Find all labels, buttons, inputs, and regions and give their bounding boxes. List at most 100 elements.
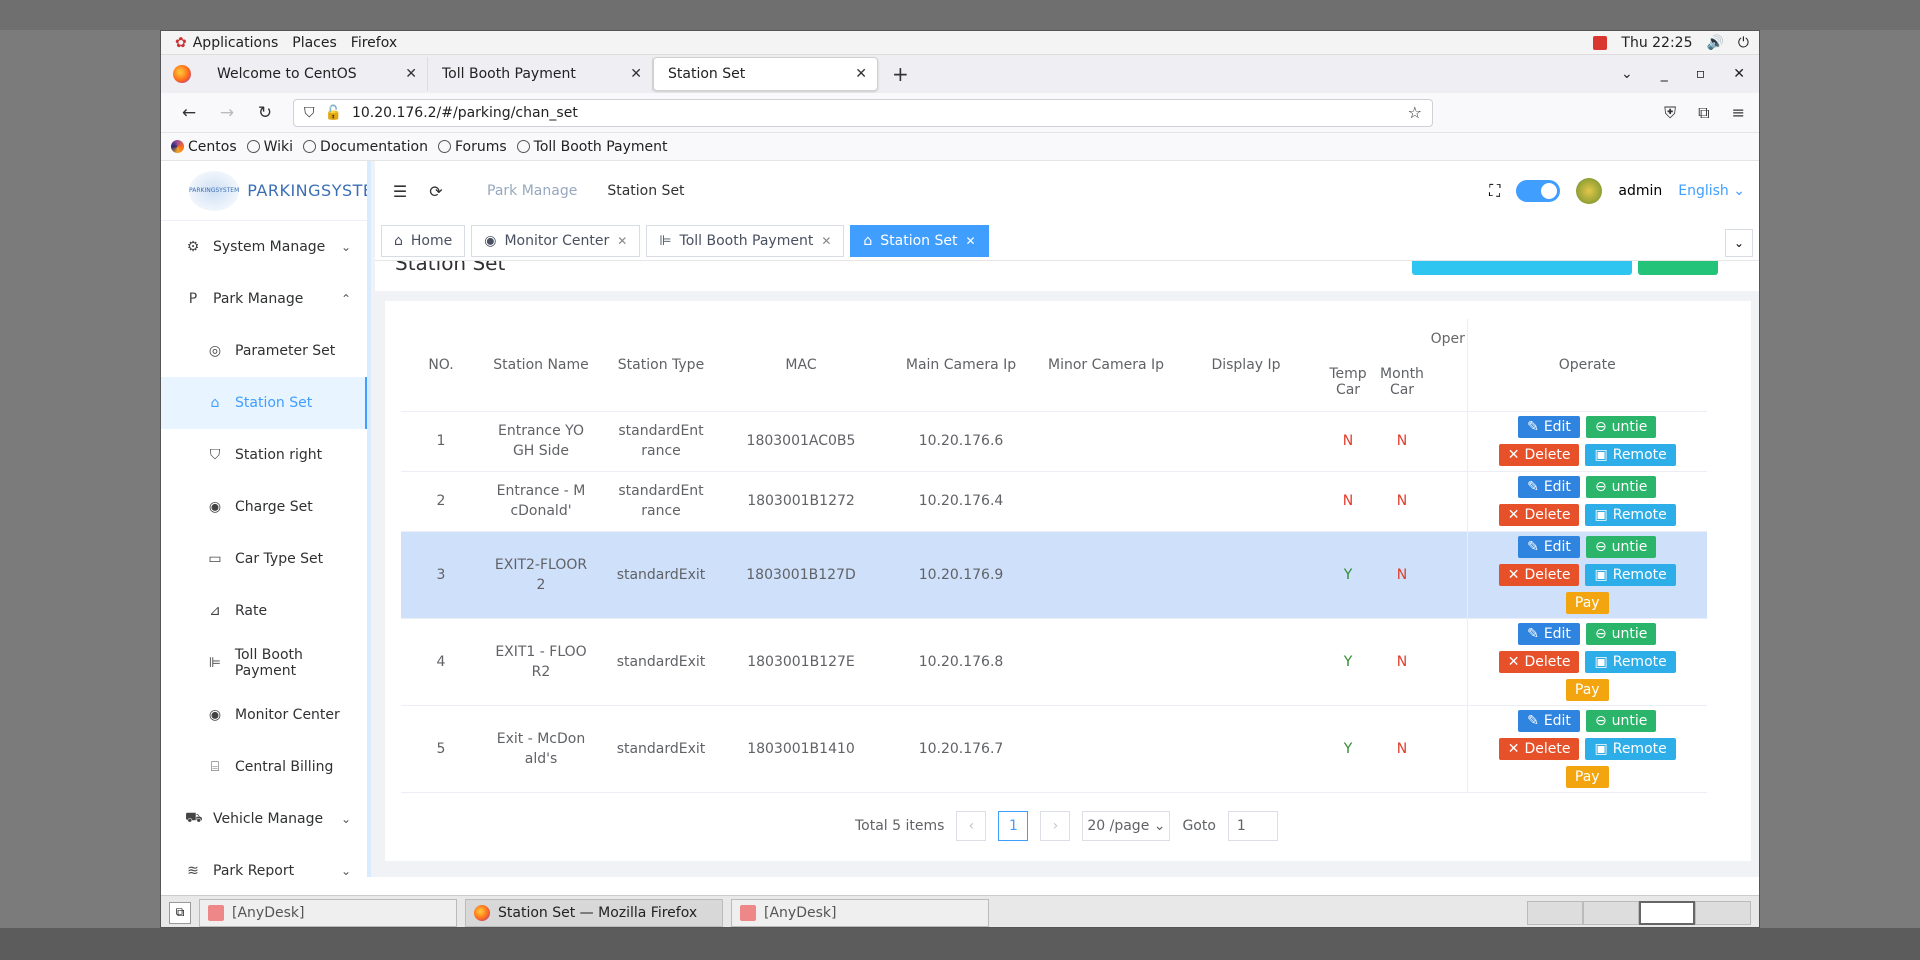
sidebar-item-monitor-center[interactable]: ◉ Monitor Center xyxy=(161,689,367,741)
sidebar-item-charge-set[interactable]: ◉ Charge Set xyxy=(161,481,367,533)
remote-button[interactable]: ▣ Remote xyxy=(1585,504,1676,526)
sidebar-item-system-manage[interactable]: ⚙ System Manage ⌄ xyxy=(161,221,367,273)
workspace-2[interactable] xyxy=(1583,900,1639,925)
add-button[interactable] xyxy=(1638,261,1718,275)
show-desktop-icon[interactable]: ⧉ xyxy=(169,901,191,924)
url-bar[interactable]: ⛉ 🔓 10.20.176.2/#/parking/chan_set ☆ xyxy=(293,98,1433,127)
close-icon[interactable]: ✕ xyxy=(966,234,976,248)
delete-button[interactable]: ✕ Delete xyxy=(1498,737,1580,760)
sidebar-item-park-manage[interactable]: P Park Manage ⌃ xyxy=(161,273,367,325)
theme-toggle[interactable] xyxy=(1516,180,1561,202)
edit-button[interactable]: ✎ Edit xyxy=(1518,709,1580,732)
pay-button[interactable]: Pay xyxy=(1565,678,1609,701)
page-size-select[interactable]: 20 /page ⌄ xyxy=(1082,811,1171,841)
edit-button[interactable]: ✎ Edit xyxy=(1518,535,1580,558)
bookmark-centos[interactable]: Centos xyxy=(171,139,237,155)
bookmark-documentation[interactable]: Documentation xyxy=(303,139,428,155)
untie-button[interactable]: ⊖ untie xyxy=(1585,416,1657,438)
sidebar-item-station-set[interactable]: ⌂ Station Set xyxy=(161,377,367,429)
delete-button[interactable]: ✕ Delete xyxy=(1498,650,1580,673)
sidebar-item-park-report[interactable]: ≋ Park Report ⌄ xyxy=(161,845,367,877)
workspace-1[interactable] xyxy=(1527,900,1583,925)
workspace-3[interactable] xyxy=(1639,900,1695,925)
untie-button[interactable]: ⊖ untie xyxy=(1585,622,1657,645)
edit-button[interactable]: ✎ Edit xyxy=(1518,476,1580,498)
goto-input[interactable]: 1 xyxy=(1227,811,1278,841)
bookmark-forums[interactable]: Forums xyxy=(437,139,507,155)
bookmark-star-icon[interactable]: ☆ xyxy=(1408,103,1422,122)
close-icon[interactable]: ✕ xyxy=(821,234,831,248)
untie-button[interactable]: ⊖ untie xyxy=(1585,535,1657,558)
sidebar-item-vehicle-manage[interactable]: ⛟ Vehicle Manage ⌄ xyxy=(161,793,367,845)
remote-button[interactable]: ▣ Remote xyxy=(1585,737,1676,760)
prev-page-icon[interactable]: ‹ xyxy=(956,811,987,841)
taskbar-anydesk-1[interactable]: [AnyDesk] xyxy=(199,898,457,927)
tab-toll-booth[interactable]: Toll Booth Payment ✕ xyxy=(428,57,653,91)
shield-icon[interactable]: ⛉ xyxy=(304,105,315,121)
tag-toll-booth[interactable]: ⊫ Toll Booth Payment ✕ xyxy=(646,224,845,257)
close-icon[interactable]: ✕ xyxy=(617,234,627,248)
volume-icon[interactable]: 🔊 xyxy=(1706,35,1723,51)
edit-button[interactable]: ✎ Edit xyxy=(1518,622,1580,645)
power-icon[interactable]: ⏻ xyxy=(1738,35,1749,51)
close-icon[interactable]: ✕ xyxy=(630,66,642,82)
applications-menu[interactable]: ✿ Applications xyxy=(175,35,278,51)
delete-button[interactable]: ✕ Delete xyxy=(1498,444,1580,466)
page-1[interactable]: 1 xyxy=(998,811,1029,841)
new-tab-icon[interactable]: + xyxy=(892,62,909,86)
maximize-icon[interactable]: ▫ xyxy=(1696,66,1706,82)
next-page-icon[interactable]: › xyxy=(1040,811,1071,841)
sidebar-item-parameter-set[interactable]: ◎ Parameter Set xyxy=(161,325,367,377)
table-row[interactable]: 1 Entrance YOGH Side standardEntrance 18030… xyxy=(401,411,1707,472)
clock[interactable]: Thu 22:25 xyxy=(1621,35,1692,51)
back-icon[interactable]: ← xyxy=(179,103,199,123)
sidebar-item-central-billing[interactable]: ⌸ Central Billing xyxy=(161,741,367,793)
pocket-icon[interactable]: ⛨ xyxy=(1664,103,1676,123)
avatar[interactable] xyxy=(1576,178,1603,204)
list-tabs-icon[interactable]: ⌄ xyxy=(1621,66,1633,82)
tab-welcome[interactable]: Welcome to CentOS ✕ xyxy=(203,57,428,91)
pay-button[interactable]: Pay xyxy=(1565,591,1609,614)
bookmark-toll-booth[interactable]: Toll Booth Payment xyxy=(516,139,667,155)
hamburger-menu-icon[interactable]: ≡ xyxy=(1732,103,1745,123)
tag-station-set[interactable]: ⌂ Station Set ✕ xyxy=(850,224,989,257)
sidebar-item-toll-booth[interactable]: ⊫ Toll Booth Payment xyxy=(161,637,367,689)
refresh-icon[interactable]: ⟳ xyxy=(425,182,447,201)
close-icon[interactable]: ✕ xyxy=(405,66,417,82)
sidebar-item-rate[interactable]: ⊿ Rate xyxy=(161,585,367,637)
untie-button[interactable]: ⊖ untie xyxy=(1585,709,1657,732)
insecure-lock-icon[interactable]: 🔓 xyxy=(325,105,342,121)
tags-dropdown-icon[interactable]: ⌄ xyxy=(1725,229,1753,257)
table-row[interactable]: 4 EXIT1 - FLOOR2 standardExit 1803001B127E 1… xyxy=(401,618,1707,706)
minimize-icon[interactable]: _ xyxy=(1661,66,1668,82)
bookmark-wiki[interactable]: Wiki xyxy=(246,139,293,155)
tab-station-set[interactable]: Station Set ✕ xyxy=(653,57,878,91)
edit-button[interactable]: ✎ Edit xyxy=(1518,416,1580,438)
user-name[interactable]: admin xyxy=(1618,183,1662,199)
forward-icon[interactable]: → xyxy=(217,103,237,123)
tag-home[interactable]: ⌂ Home xyxy=(381,224,466,257)
taskbar-anydesk-2[interactable]: [AnyDesk] xyxy=(731,898,989,927)
table-row[interactable]: 2 Entrance - McDonald' standardEntrance 180… xyxy=(401,471,1707,532)
untie-button[interactable]: ⊖ untie xyxy=(1585,476,1657,498)
collapse-menu-icon[interactable]: ☰ xyxy=(389,182,411,201)
workspace-4[interactable] xyxy=(1695,900,1751,925)
remote-button[interactable]: ▣ Remote xyxy=(1585,650,1676,673)
delete-button[interactable]: ✕ Delete xyxy=(1498,563,1580,586)
tag-monitor-center[interactable]: ◉ Monitor Center ✕ xyxy=(471,224,641,257)
reload-icon[interactable]: ↻ xyxy=(255,103,275,123)
fullscreen-icon[interactable]: ⛶ xyxy=(1489,181,1500,201)
table-row[interactable]: 3 EXIT2-FLOOR2 standardExit 1803001B127D 10.… xyxy=(401,531,1707,619)
anydesk-tray-icon[interactable] xyxy=(1593,35,1608,50)
remote-button[interactable]: ▣ Remote xyxy=(1585,563,1676,586)
firefox-menu[interactable]: Firefox xyxy=(351,35,397,51)
sidebar-item-car-type-set[interactable]: ▭ Car Type Set xyxy=(161,533,367,585)
extensions-icon[interactable]: ⧉ xyxy=(1698,103,1709,123)
sidebar-item-station-right[interactable]: ⛉ Station right xyxy=(161,429,367,481)
delete-button[interactable]: ✕ Delete xyxy=(1498,504,1580,526)
language-select[interactable]: English ⌄ xyxy=(1678,183,1745,199)
close-window-icon[interactable]: ✕ xyxy=(1733,66,1745,82)
taskbar-firefox[interactable]: Station Set — Mozilla Firefox xyxy=(465,898,723,927)
places-menu[interactable]: Places xyxy=(292,35,337,51)
table-row[interactable]: 5 Exit - McDonald's standardExit 1803001B14… xyxy=(401,705,1707,793)
